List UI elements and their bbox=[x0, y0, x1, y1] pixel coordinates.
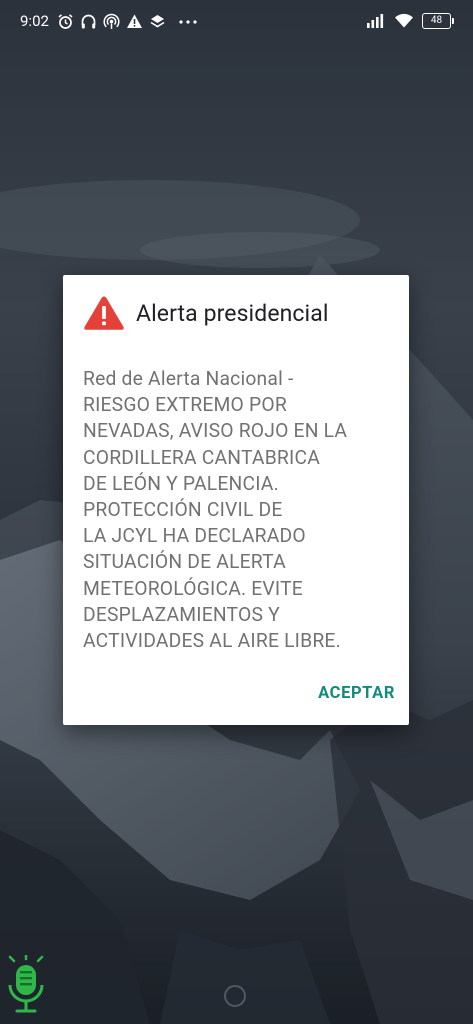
message-line: LA JCYL HA DECLARADO bbox=[83, 524, 306, 548]
warning-icon bbox=[126, 13, 143, 30]
hotspot-icon bbox=[103, 13, 120, 30]
alarm-icon bbox=[57, 13, 74, 30]
message-line: CORDILLERA CANTABRICA bbox=[83, 445, 320, 469]
message-line: Red de Alerta Nacional - bbox=[83, 367, 294, 390]
status-bar: 9:02 48 bbox=[0, 0, 473, 44]
more-icon bbox=[178, 13, 200, 30]
headphones-icon bbox=[80, 13, 97, 30]
message-line: SITUACIÓN DE ALERTA bbox=[83, 550, 286, 574]
message-line: ACTIVIDADES AL AIRE LIBRE. bbox=[83, 629, 341, 653]
message-line: DE LEÓN Y PALENCIA. bbox=[83, 471, 279, 495]
dialog-message: Red de Alerta Nacional - RIESGO EXTREMO … bbox=[83, 366, 398, 654]
home-indicator[interactable] bbox=[224, 985, 246, 1007]
wifi-icon bbox=[394, 12, 414, 29]
clock: 9:02 bbox=[20, 12, 49, 30]
microphone-logo-icon bbox=[8, 955, 44, 1013]
message-line: PROTECCIÓN CIVIL DE bbox=[83, 498, 283, 522]
dialog-title: Alerta presidencial bbox=[136, 299, 329, 327]
message-line: NEVADAS, AVISO ROJO EN LA bbox=[83, 419, 348, 443]
message-line: RIESGO EXTREMO POR bbox=[83, 393, 287, 417]
battery-icon: 48 bbox=[422, 12, 454, 29]
message-line: METEOROLÓGICA. EVITE bbox=[83, 576, 303, 600]
accept-button[interactable]: ACEPTAR bbox=[318, 680, 395, 707]
warning-triangle-icon bbox=[83, 295, 125, 331]
alert-dialog: Alerta presidencial Red de Alerta Nacion… bbox=[63, 275, 409, 725]
layers-icon bbox=[149, 13, 166, 30]
message-line: DESPLAZAMIENTOS Y bbox=[83, 602, 280, 626]
signal-icon bbox=[366, 12, 386, 29]
dialog-header: Alerta presidencial bbox=[83, 295, 329, 331]
